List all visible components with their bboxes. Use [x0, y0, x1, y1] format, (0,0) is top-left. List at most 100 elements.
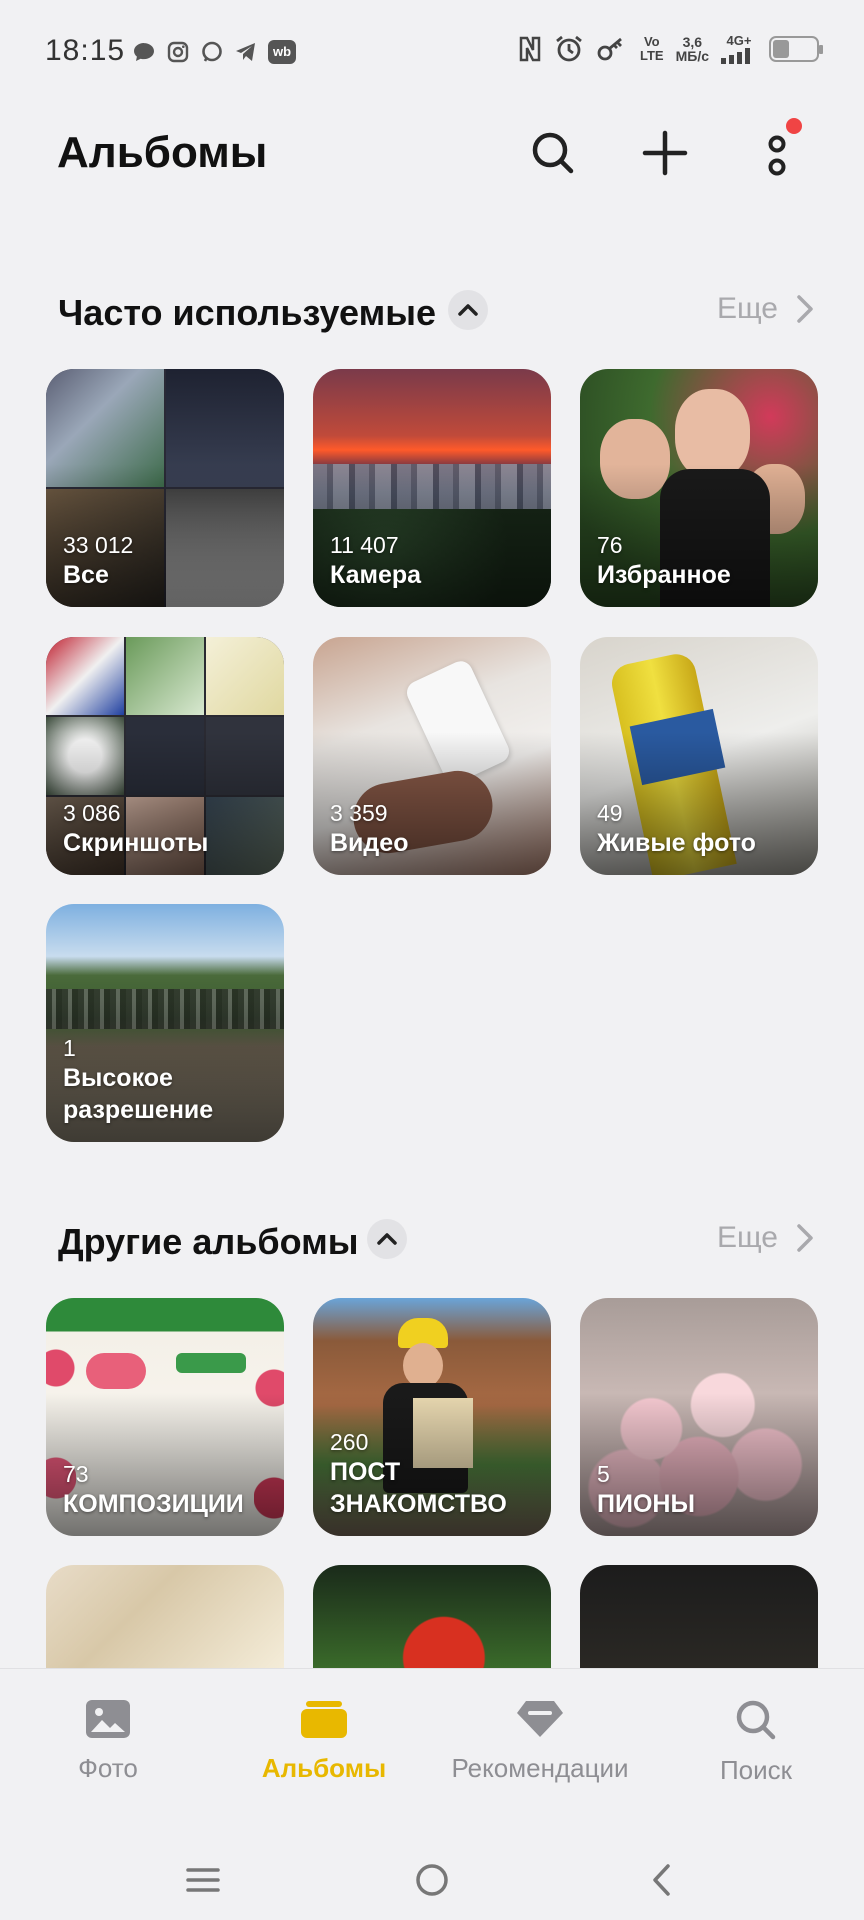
albums-icon [301, 1701, 347, 1738]
album-name: Камера [330, 561, 422, 589]
album-tile-live-photos[interactable]: 49 Живые фото [580, 637, 818, 875]
home-circle-icon [416, 1864, 448, 1896]
album-count: 76 [597, 532, 623, 558]
other-section-header: Другие альбомы Еще [0, 1211, 864, 1271]
album-name: Высокое разрешение [63, 1064, 214, 1124]
album-cover-partial [580, 1565, 818, 1668]
telegram-icon [236, 43, 255, 61]
nav-label: Альбомы [261, 1753, 387, 1783]
net-speed: 3,6 МБ/с [675, 34, 709, 64]
album-caption: 5 ПИОНЫ [597, 1460, 808, 1520]
nav-item-search[interactable]: Поиск [656, 1699, 856, 1809]
menu-icon [186, 1868, 220, 1892]
alarm-icon [556, 35, 582, 62]
chevron-up-icon [458, 304, 478, 316]
album-name: ПОСТ ЗНАКОМСТВО [330, 1458, 507, 1518]
album-caption: 3 359 Видео [330, 799, 541, 859]
section-title: Часто используемые [58, 292, 436, 333]
back-chevron-icon [653, 1864, 670, 1896]
recommendations-icon [517, 1701, 563, 1737]
album-name: Видео [330, 829, 409, 857]
messenger-icon [202, 41, 222, 62]
album-caption: 73 КОМПОЗИЦИИ [63, 1460, 274, 1520]
signal-indicator: 4G+ [721, 34, 757, 64]
album-name: ПИОНЫ [597, 1490, 695, 1518]
nav-label: Рекомендации [451, 1753, 629, 1783]
more-icon [768, 135, 786, 176]
chevron-up-icon [377, 1233, 397, 1245]
album-tile-screenshots[interactable]: 3 086 Скриншоты [46, 637, 284, 875]
album-tile-video[interactable]: 3 359 Видео [313, 637, 551, 875]
album-tile-all[interactable]: 33 012 Все [46, 369, 284, 607]
nav-item-photos[interactable]: Фото [8, 1699, 208, 1809]
album-caption: 76 Избранное [597, 531, 808, 591]
search-icon [532, 132, 574, 174]
status-time: 18:15 [45, 34, 126, 67]
album-tile-high-resolution[interactable]: 1 Высокое разрешение [46, 904, 284, 1142]
album-tile-partial[interactable] [313, 1565, 551, 1668]
nav-item-recommendations[interactable]: Рекомендации [440, 1699, 640, 1809]
status-notification-icons: wb [132, 40, 296, 64]
collapse-other-button[interactable] [367, 1219, 407, 1259]
album-count: 5 [597, 1461, 610, 1487]
album-name: Избранное [597, 561, 731, 589]
album-caption: 49 Живые фото [597, 799, 808, 859]
status-bar: 18:15 wb Vo LTE 3,6 МБ/с 4G+ [0, 0, 864, 110]
page-title: Альбомы [57, 128, 268, 177]
photo-icon [86, 1700, 130, 1738]
nav-label: Фото [78, 1753, 138, 1783]
album-count: 1 [63, 1035, 76, 1061]
add-icon [642, 130, 688, 176]
volte-indicator: Vo LTE [640, 34, 664, 63]
album-name: Живые фото [597, 829, 756, 857]
nav-item-albums[interactable]: Альбомы [224, 1699, 424, 1809]
album-tile-post-intro[interactable]: 260 ПОСТ ЗНАКОМСТВО [313, 1298, 551, 1536]
album-cover-partial [46, 1565, 284, 1668]
album-tile-peonies[interactable]: 5 ПИОНЫ [580, 1298, 818, 1536]
album-tile-partial[interactable] [46, 1565, 284, 1668]
search-button[interactable] [518, 118, 588, 188]
frequent-more-link[interactable]: Еще [717, 292, 814, 326]
album-name: КОМПОЗИЦИИ [63, 1490, 244, 1518]
network-type: 4G+ [726, 33, 752, 48]
frequent-section-header: Часто используемые Еще [0, 282, 864, 342]
album-count: 3 359 [330, 800, 388, 826]
more-label: Еще [716, 1221, 778, 1254]
collapse-frequent-button[interactable] [448, 290, 488, 330]
album-caption: 3 086 Скриншоты [63, 799, 274, 859]
album-caption: 1 Высокое разрешение [63, 1034, 274, 1126]
search-icon [736, 1700, 776, 1740]
album-count: 33 012 [63, 532, 134, 558]
instagram-icon [167, 41, 189, 63]
album-count: 73 [63, 1461, 89, 1487]
other-more-link[interactable]: Еще [717, 1221, 814, 1255]
album-caption: 11 407 Камера [330, 531, 541, 591]
add-album-button[interactable] [630, 118, 700, 188]
album-name: Скриншоты [63, 829, 209, 857]
signal-icon [721, 48, 750, 64]
album-tile-partial[interactable] [580, 1565, 818, 1668]
album-name: Все [63, 561, 109, 589]
system-menu-button[interactable] [178, 1855, 228, 1905]
status-system-icons: Vo LTE 3,6 МБ/с 4G+ [518, 34, 823, 64]
album-cover-partial [313, 1565, 551, 1668]
system-home-button[interactable] [407, 1855, 457, 1905]
battery-icon [769, 36, 823, 62]
album-count: 3 086 [63, 800, 121, 826]
album-caption: 260 ПОСТ ЗНАКОМСТВО [330, 1428, 541, 1520]
album-count: 49 [597, 800, 623, 826]
album-count: 260 [330, 1429, 369, 1455]
album-count: 11 407 [330, 532, 399, 558]
album-tile-compositions[interactable]: 73 КОМПОЗИЦИИ [46, 1298, 284, 1536]
nfc-icon [519, 36, 541, 62]
chat-icon [134, 43, 154, 61]
vpn-key-icon [597, 37, 622, 61]
more-label: Еще [716, 292, 778, 325]
more-options-button[interactable] [742, 118, 812, 188]
chevron-right-icon [797, 1224, 813, 1252]
chevron-right-icon [797, 295, 813, 323]
system-back-button[interactable] [636, 1855, 686, 1905]
album-tile-camera[interactable]: 11 407 Камера [313, 369, 551, 607]
wb-icon: wb [268, 40, 296, 64]
album-tile-favorites[interactable]: 76 Избранное [580, 369, 818, 607]
